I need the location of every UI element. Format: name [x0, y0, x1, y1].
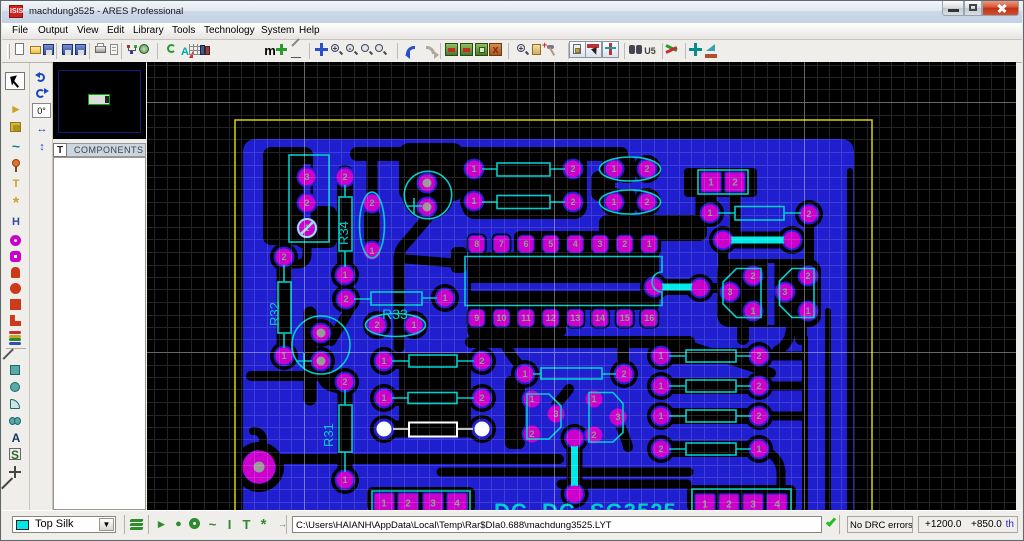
- svg-text:1: 1: [442, 293, 447, 303]
- svg-text:8: 8: [474, 239, 479, 249]
- svg-text:1: 1: [342, 475, 347, 485]
- svg-text:3: 3: [430, 499, 436, 510]
- svg-text:4: 4: [454, 499, 460, 510]
- svg-text:2: 2: [529, 429, 534, 439]
- svg-text:2: 2: [281, 252, 286, 262]
- svg-text:R34: R34: [336, 221, 351, 245]
- svg-text:DC DC SG3525: DC DC SG3525: [494, 499, 677, 510]
- svg-text:1: 1: [381, 499, 387, 510]
- svg-text:15: 15: [620, 313, 630, 323]
- svg-text:R31: R31: [321, 423, 336, 447]
- svg-text:16: 16: [644, 313, 654, 323]
- svg-text:3: 3: [782, 287, 787, 297]
- svg-text:2: 2: [479, 393, 484, 403]
- svg-text:7: 7: [499, 239, 504, 249]
- svg-text:1: 1: [342, 270, 347, 280]
- svg-text:2: 2: [622, 239, 627, 249]
- svg-text:2: 2: [342, 377, 347, 387]
- svg-text:13: 13: [570, 313, 580, 323]
- svg-text:2: 2: [479, 356, 484, 366]
- svg-text:2: 2: [732, 178, 738, 189]
- svg-text:2: 2: [806, 209, 811, 219]
- svg-text:4: 4: [573, 239, 578, 249]
- svg-text:3: 3: [750, 500, 756, 511]
- svg-text:1: 1: [411, 320, 416, 330]
- svg-text:2: 2: [805, 271, 810, 281]
- svg-text:1: 1: [708, 178, 714, 189]
- svg-text:5: 5: [548, 239, 553, 249]
- svg-text:2: 2: [405, 499, 411, 510]
- svg-text:1: 1: [381, 356, 386, 366]
- svg-text:1: 1: [381, 393, 386, 403]
- svg-text:3: 3: [597, 239, 602, 249]
- svg-text:1: 1: [369, 246, 374, 256]
- svg-text:2: 2: [591, 430, 596, 440]
- svg-text:1: 1: [647, 239, 652, 249]
- svg-text:1: 1: [702, 500, 708, 511]
- svg-text:1: 1: [471, 196, 476, 206]
- svg-text:9: 9: [474, 313, 479, 323]
- svg-text:1: 1: [707, 208, 712, 218]
- svg-text:6: 6: [523, 239, 528, 249]
- svg-text:2: 2: [374, 320, 379, 330]
- svg-text:1: 1: [805, 306, 810, 316]
- svg-text:14: 14: [595, 313, 605, 323]
